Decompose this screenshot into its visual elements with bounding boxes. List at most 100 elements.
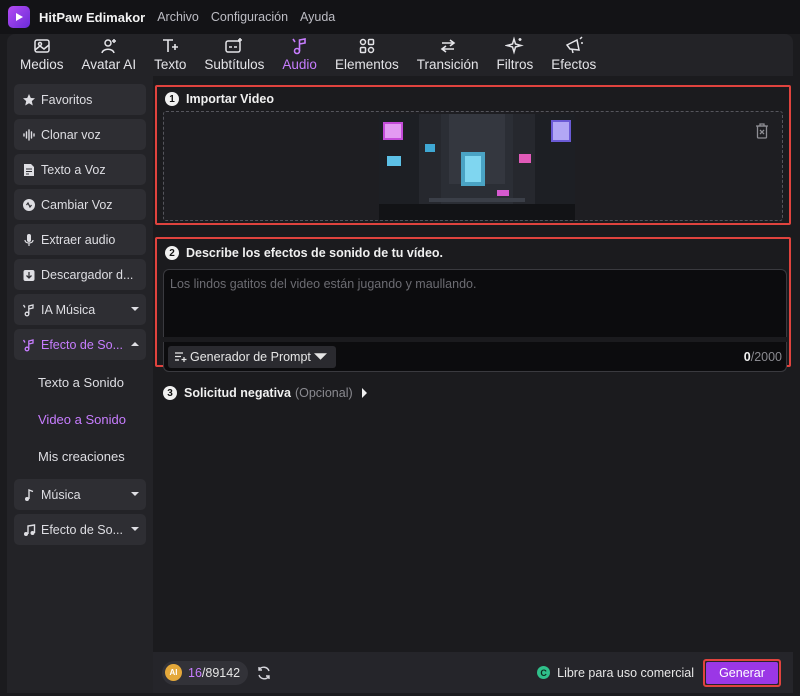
prompt-footer: Generador de Prompt 0/2000 — [163, 342, 787, 372]
sidebar-subitem-mis-creaciones[interactable]: Mis creaciones — [14, 438, 146, 475]
sidebar-item-label: IA Música — [41, 302, 96, 317]
tab-subtitulos[interactable]: Subtítulos — [195, 36, 273, 76]
chevron-down-icon — [313, 353, 327, 360]
sidebar-item-label: Texto a Voz — [41, 162, 106, 177]
sidebar-item-extraer-audio[interactable]: Extraer audio — [14, 224, 146, 255]
video-dropzone[interactable] — [163, 111, 783, 221]
tab-medios-label: Medios — [20, 57, 64, 72]
menu-ayuda[interactable]: Ayuda — [300, 10, 335, 24]
credits-used: 16 — [188, 665, 202, 680]
sidebar-item-label: Extraer audio — [41, 232, 116, 247]
tab-filtros-label: Filtros — [496, 57, 534, 72]
voice-wave-icon — [23, 128, 35, 141]
describe-header: 2 Describe los efectos de sonido de tu v… — [157, 243, 789, 263]
license-info: C Libre para uso comercial — [537, 666, 694, 680]
describe-title: Describe los efectos de sonido de tu víd… — [186, 246, 444, 260]
tab-transicion-label: Transición — [416, 57, 479, 72]
negative-prompt-toggle[interactable]: 3 Solicitud negativa (Opcional) — [163, 386, 368, 400]
tab-transicion[interactable]: Transición — [408, 36, 488, 76]
char-count-current: 0 — [743, 349, 751, 364]
tab-subtitulos-label: Subtítulos — [204, 57, 265, 72]
media-icon — [34, 39, 50, 53]
ai-credits-icon: AI — [165, 664, 182, 681]
tab-elementos[interactable]: Elementos — [326, 36, 408, 76]
chevron-up-icon — [131, 342, 139, 346]
menu-archivo[interactable]: Archivo — [157, 10, 199, 24]
video-thumbnail[interactable] — [379, 114, 575, 220]
music-note-icon — [25, 488, 34, 501]
bottom-bar: AI 16/89142 C Libre para uso comercial G… — [153, 652, 793, 693]
sidebar-item-label: Música — [41, 487, 81, 502]
sidebar-item-label: Favoritos — [41, 92, 93, 107]
chevron-down-icon — [131, 307, 139, 311]
license-text: Libre para uso comercial — [557, 665, 694, 680]
import-video-title: Importar Video — [186, 92, 274, 106]
credits-pill: AI 16/89142 — [162, 660, 249, 685]
main-panel: 1 Importar Video 2 Describe los efectos … — [153, 76, 793, 693]
tab-audio[interactable]: Audio — [273, 36, 326, 76]
tab-avatar-ai[interactable]: Avatar AI — [73, 36, 146, 76]
sidebar-item-musica[interactable]: Música — [14, 479, 146, 510]
main-toolbar: Medios Avatar AI Texto Subtítulos Audio … — [7, 34, 793, 76]
document-voice-icon — [24, 163, 34, 176]
tab-audio-label: Audio — [282, 57, 317, 72]
tab-efectos-label: Efectos — [551, 57, 597, 72]
sidebar-item-label: Cambiar Voz — [41, 197, 113, 212]
char-counter: 0/2000 — [744, 350, 782, 364]
tab-elementos-label: Elementos — [334, 57, 399, 72]
sidebar-item-label: Descargador d... — [41, 267, 134, 282]
prompt-list-icon — [175, 352, 187, 362]
credits-total: /89142 — [201, 665, 241, 680]
refresh-icon[interactable] — [256, 665, 272, 681]
elements-icon — [359, 38, 375, 54]
tab-avatar-ai-label: Avatar AI — [81, 57, 137, 72]
import-video-section: 1 Importar Video — [155, 85, 791, 225]
star-icon — [23, 93, 35, 105]
generate-button[interactable]: Generar — [706, 661, 778, 684]
sidebar-item-efecto-de-sonido-2[interactable]: Efecto de So... — [14, 514, 146, 545]
effects-icon — [565, 36, 583, 54]
chevron-down-icon — [131, 527, 139, 531]
microphone-icon — [24, 233, 34, 246]
sidebar-subitem-texto-a-sonido[interactable]: Texto a Sonido — [14, 364, 146, 401]
app-logo-icon — [8, 6, 30, 28]
audio-icon — [292, 38, 306, 55]
title-bar: HitPaw Edimakor Archivo Configuración Ay… — [0, 0, 800, 34]
sidebar-item-label: Efecto de So... — [41, 522, 123, 537]
sidebar-item-texto-a-voz[interactable]: Texto a Voz — [14, 154, 146, 185]
sidebar-item-cambiar-voz[interactable]: Cambiar Voz — [14, 189, 146, 220]
sound-effect-icon — [24, 523, 36, 536]
prompt-generator-button[interactable]: Generador de Prompt — [168, 345, 336, 368]
step-number: 2 — [165, 246, 179, 260]
trash-icon[interactable] — [754, 122, 770, 140]
menu-configuracion[interactable]: Configuración — [211, 10, 288, 24]
voice-change-icon — [23, 198, 35, 211]
sound-effect-icon — [22, 338, 34, 351]
generate-button-frame: Generar — [703, 658, 781, 687]
prompt-generator-label: Generador de Prompt — [190, 349, 311, 364]
sidebar-item-favoritos[interactable]: Favoritos — [14, 84, 146, 115]
sidebar-item-clonar-voz[interactable]: Clonar voz — [14, 119, 146, 150]
tab-medios[interactable]: Medios — [11, 36, 73, 76]
import-video-header: 1 Importar Video — [157, 89, 789, 109]
chevron-right-icon — [361, 388, 367, 398]
text-icon — [163, 39, 179, 52]
sidebar-subitem-video-a-sonido[interactable]: Video a Sonido — [14, 401, 146, 438]
describe-section: 2 Describe los efectos de sonido de tu v… — [155, 237, 791, 372]
sidebar-item-descargador[interactable]: Descargador d... — [14, 259, 146, 290]
sidebar: Favoritos Clonar voz Texto a Voz Cambiar… — [7, 76, 153, 693]
negative-prompt-title: Solicitud negativa — [184, 386, 291, 400]
tab-texto-label: Texto — [154, 57, 187, 72]
tab-filtros[interactable]: Filtros — [488, 36, 543, 76]
negative-prompt-optional: (Opcional) — [294, 386, 353, 400]
prompt-textarea[interactable] — [163, 269, 787, 337]
sidebar-item-label: Clonar voz — [41, 127, 101, 142]
avatar-icon — [101, 39, 116, 54]
download-icon — [23, 269, 35, 281]
subtitles-icon — [225, 38, 243, 53]
step-number: 1 — [165, 92, 179, 106]
tab-texto[interactable]: Texto — [145, 36, 195, 76]
sidebar-item-efecto-de-sonido[interactable]: Efecto de So... — [14, 329, 146, 360]
tab-efectos[interactable]: Efectos — [542, 36, 605, 76]
sidebar-item-ia-musica[interactable]: IA Música — [14, 294, 146, 325]
